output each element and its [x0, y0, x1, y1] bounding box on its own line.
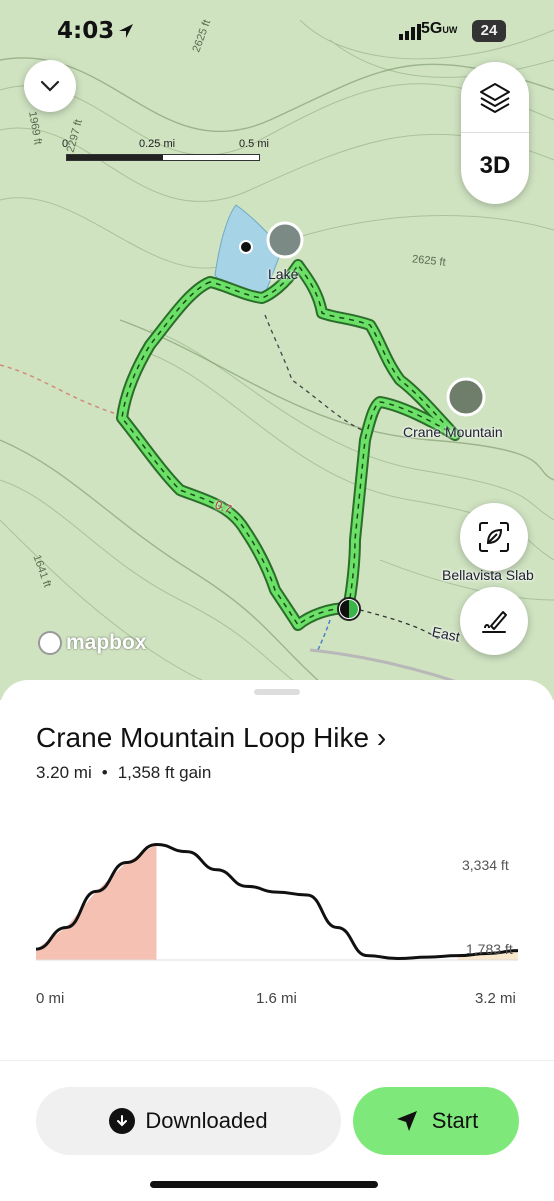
layers-icon	[480, 83, 510, 113]
collapse-button[interactable]	[24, 60, 76, 112]
mapbox-logo-icon	[38, 631, 62, 655]
navigation-arrow-icon	[396, 1111, 417, 1131]
x-tick-label: 3.2 mi	[475, 990, 516, 1007]
stats-separator: •	[101, 763, 108, 782]
route-distance: 3.20 mi	[36, 763, 92, 782]
network-type: 5GUW	[421, 20, 458, 37]
location-arrow-icon	[119, 24, 133, 38]
scan-icon	[479, 522, 509, 552]
scale-tick-1: 0.25 mi	[139, 138, 176, 150]
elevation-min-label: 1,783 ft	[466, 941, 513, 957]
scale-tick-0: 0	[62, 138, 69, 150]
start-button[interactable]: Start	[353, 1087, 519, 1155]
route-gain: 1,358 ft gain	[117, 763, 212, 782]
scale-tick-2: 0.5 mi	[239, 138, 269, 150]
home-indicator	[150, 1181, 378, 1188]
signal-icon	[399, 24, 421, 40]
start-label: Start	[431, 1108, 479, 1133]
3d-toggle-button[interactable]: 3D	[461, 152, 529, 180]
map-controls-panel: 3D	[461, 62, 529, 204]
x-tick-label: 0 mi	[36, 990, 65, 1007]
sheet-grabber[interactable]	[254, 689, 300, 695]
poi-label-crane-mountain[interactable]: Crane Mountain	[403, 424, 503, 440]
battery-indicator: 24	[472, 20, 506, 42]
elevation-chart[interactable]	[0, 820, 554, 990]
map-scale: 0 0.25 mi 0.5 mi	[62, 138, 274, 164]
route-title[interactable]: Crane Mountain Loop Hike ›	[36, 722, 386, 754]
scan-button[interactable]	[460, 503, 528, 571]
action-footer: Downloaded Start	[0, 1060, 554, 1201]
route-stats: 3.20 mi • 1,358 ft gain	[36, 763, 211, 783]
climb-segment-area	[36, 844, 157, 960]
download-icon	[109, 1108, 136, 1134]
poi-label-lake[interactable]: Lake	[268, 266, 298, 282]
draw-route-icon	[482, 611, 507, 633]
mapbox-attribution[interactable]: mapbox	[38, 631, 147, 655]
x-tick-label: 1.6 mi	[256, 990, 297, 1007]
scale-bar	[66, 154, 260, 161]
draw-route-button[interactable]	[460, 587, 528, 655]
downloaded-button[interactable]: Downloaded	[36, 1087, 341, 1155]
layers-button[interactable]	[461, 62, 529, 132]
chevron-down-icon	[40, 80, 60, 92]
downloaded-label: Downloaded	[145, 1108, 268, 1133]
status-time: 4:03	[57, 18, 115, 44]
map-view[interactable]: 2625 ft 2297 ft 1969 ft 2625 ft 1641 ft …	[0, 0, 554, 700]
elevation-max-label: 3,334 ft	[462, 857, 509, 873]
status-bar: 4:03 5GUW 24	[0, 0, 554, 64]
